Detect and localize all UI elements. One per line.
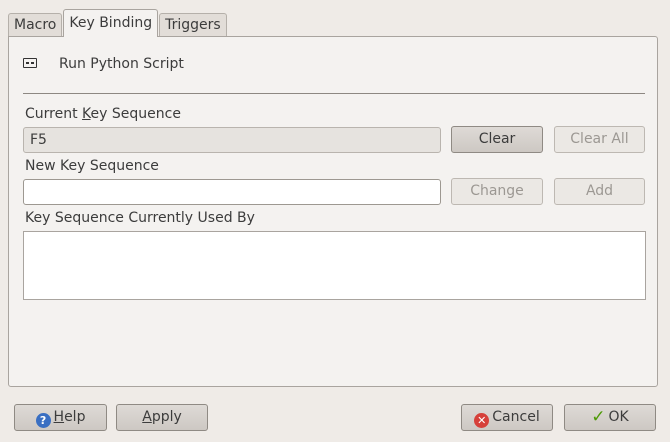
tab-bar: Macro Key Binding Triggers	[8, 8, 228, 37]
tab-macro[interactable]: Macro	[8, 13, 63, 36]
cancel-button[interactable]: ✕ Cancel	[461, 404, 553, 431]
action-name: Run Python Script	[59, 56, 184, 72]
current-key-sequence-label: Current Key Sequence	[25, 106, 181, 122]
key-binding-panel: Run Python Script Current Key Sequence F…	[8, 36, 658, 387]
tab-key-binding[interactable]: Key Binding	[63, 9, 159, 37]
clear-button[interactable]: Clear	[451, 126, 543, 153]
new-key-sequence-input[interactable]	[23, 179, 441, 205]
current-key-sequence-field: F5	[23, 127, 441, 153]
clear-all-button[interactable]: Clear All	[554, 126, 645, 153]
add-button[interactable]: Add	[554, 178, 645, 205]
ok-button[interactable]: ✓ OK	[564, 404, 656, 431]
checkmark-icon: ✓	[591, 407, 606, 427]
tab-triggers[interactable]: Triggers	[159, 13, 227, 36]
help-button[interactable]: ? Help	[14, 404, 107, 431]
used-by-label: Key Sequence Currently Used By	[25, 210, 255, 226]
apply-button[interactable]: Apply	[116, 404, 208, 431]
used-by-list[interactable]	[23, 231, 646, 300]
divider	[23, 93, 645, 94]
cancel-icon: ✕	[474, 413, 490, 428]
script-icon	[23, 58, 37, 68]
new-key-sequence-label: New Key Sequence	[25, 158, 159, 174]
help-icon: ?	[35, 413, 51, 428]
change-button[interactable]: Change	[451, 178, 543, 205]
